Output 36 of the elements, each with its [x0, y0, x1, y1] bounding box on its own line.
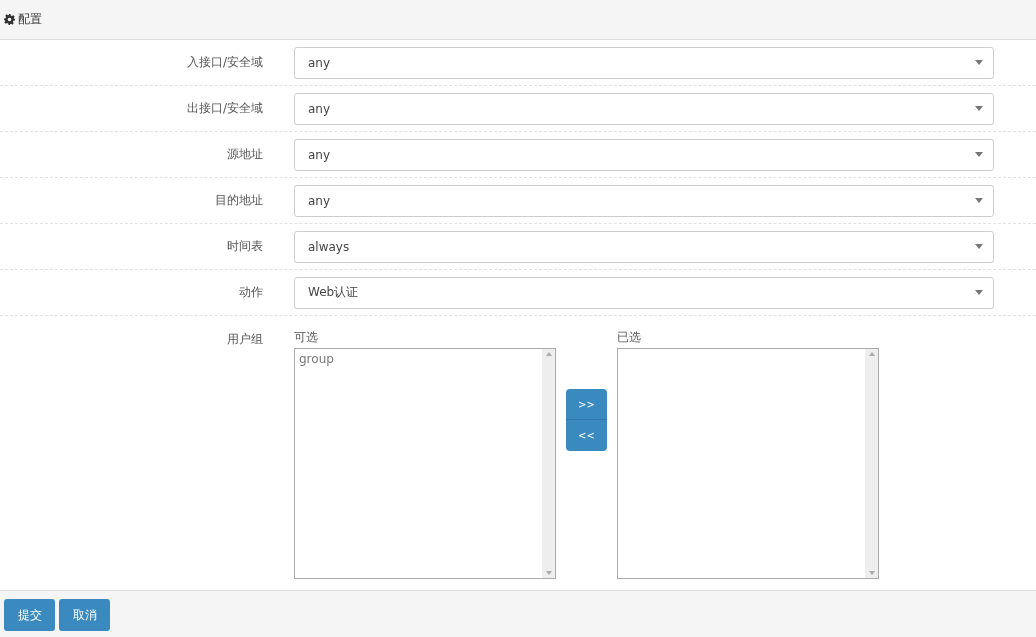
caret-icon [975, 106, 983, 111]
form-button[interactable]: 取消 [59, 599, 110, 631]
field-label: 源地址 [226, 146, 263, 163]
caret-icon [975, 244, 983, 249]
caret-icon [975, 152, 983, 157]
select-field[interactable]: any [294, 138, 994, 171]
scrollbar[interactable] [865, 349, 878, 578]
select-field[interactable]: any [294, 184, 994, 217]
list-box[interactable]: group [294, 348, 556, 579]
field-label: 时间表 [226, 238, 263, 255]
caret-icon [975, 198, 983, 203]
panel-title: 配置 [18, 11, 42, 28]
field-label: 出接口/安全域 [185, 100, 263, 117]
select-field[interactable]: any [294, 92, 994, 125]
scrollbar[interactable] [542, 349, 555, 578]
select-field[interactable]: any [294, 46, 994, 79]
select-field[interactable]: always [294, 230, 994, 263]
list-box[interactable] [617, 348, 879, 579]
field-label: 动作 [238, 284, 263, 301]
scroll-up-icon[interactable] [545, 352, 552, 356]
list-title: 可选 [294, 329, 319, 346]
scroll-down-icon[interactable] [868, 571, 875, 575]
form-button[interactable]: 提交 [4, 599, 55, 631]
list-title: 已选 [617, 329, 642, 346]
move-button[interactable]: << [566, 420, 607, 451]
caret-icon [975, 290, 983, 295]
select-field[interactable]: Web认证 [294, 276, 994, 309]
field-label: 入接口/安全域 [185, 54, 263, 71]
settings-icon [4, 14, 15, 25]
scroll-up-icon[interactable] [868, 352, 875, 356]
move-button[interactable]: >> [566, 389, 607, 420]
field-label: 用户组 [226, 331, 263, 348]
field-label: 目的地址 [214, 192, 263, 209]
caret-icon [975, 60, 983, 65]
scroll-down-icon[interactable] [545, 571, 552, 575]
list-item[interactable]: group [299, 352, 334, 366]
